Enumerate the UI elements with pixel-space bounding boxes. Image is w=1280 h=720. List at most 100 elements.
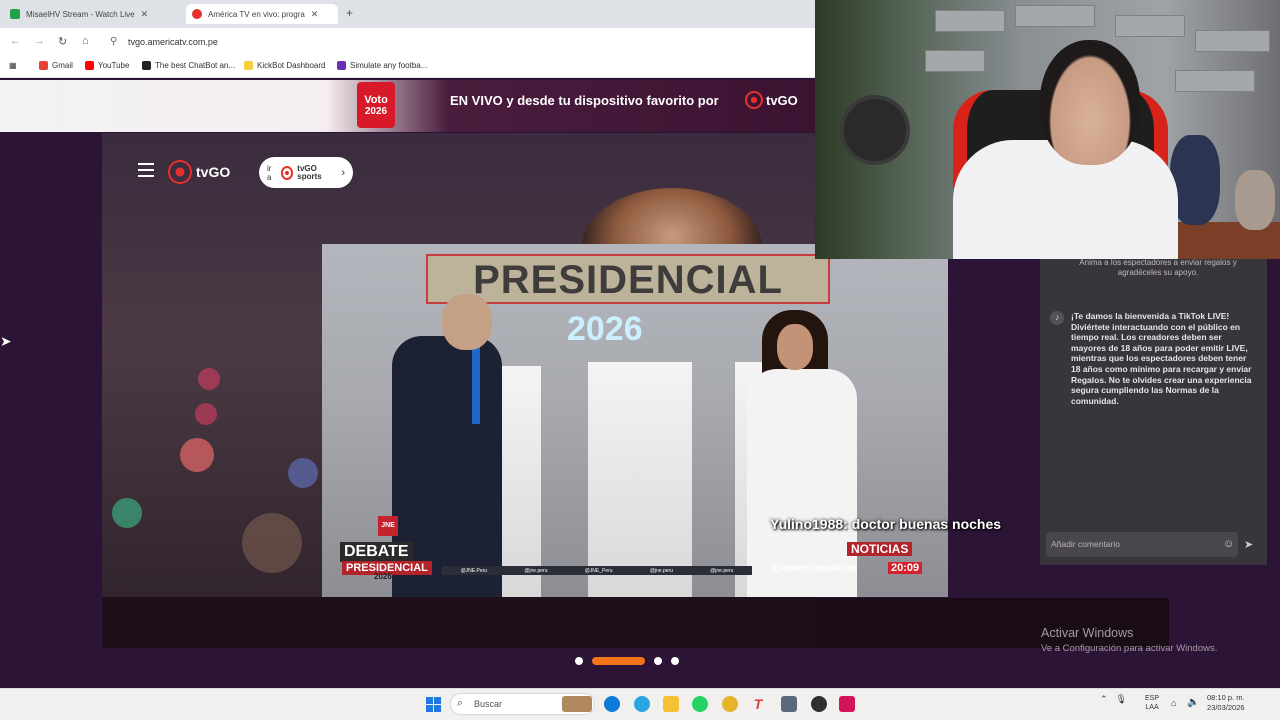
new-tab-icon[interactable]: +: [346, 6, 353, 20]
carousel-dot[interactable]: [671, 657, 679, 665]
bookmark-label: Simulate any footba...: [350, 61, 428, 70]
windows-start-icon[interactable]: [426, 697, 441, 712]
chatbot-icon: [142, 61, 151, 70]
gmail-icon: [39, 61, 48, 70]
calculator-icon[interactable]: [781, 696, 797, 712]
candidate-tie: [472, 344, 480, 424]
activate-windows-title: Activar Windows: [1041, 626, 1134, 640]
wall-brick: [1015, 5, 1095, 27]
debate-logo: DEBATE: [340, 542, 413, 562]
activate-windows-subtitle: Ve a Configuración para activar Windows.: [1041, 643, 1218, 654]
voto-2026-badge: Voto 2026: [357, 82, 395, 128]
right-strip: [815, 598, 1169, 648]
clock-date: 23/03/2026: [1207, 703, 1245, 712]
bookmarks-bar: ▦ Gmail YouTube The best ChatBot an... K…: [0, 56, 815, 78]
tiktok-icon: ♪: [1050, 311, 1064, 325]
back-icon[interactable]: ←: [10, 35, 21, 47]
tab-americatv[interactable]: América TV en vivo: progra ✕: [186, 4, 338, 24]
send-icon[interactable]: ➤: [1244, 538, 1253, 551]
hamburger-menu-icon[interactable]: [138, 163, 154, 177]
promo-brand-logo: tvGO: [745, 91, 798, 109]
plush-toy: [1235, 170, 1275, 230]
lang-layout: LAA: [1145, 704, 1159, 711]
bookmark-kickbot[interactable]: KickBot Dashboard: [244, 61, 325, 70]
mouse-cursor-icon: ➤: [0, 333, 12, 349]
ticker-item: @jne.peru: [710, 567, 734, 574]
taskbar-clock[interactable]: 08:10 p. m. 23/03/2026: [1207, 693, 1245, 713]
close-tab-icon[interactable]: ✕: [311, 9, 319, 20]
voto-year: 2026: [364, 106, 388, 117]
bookmark-label: Gmail: [52, 61, 73, 70]
brand-label: tvGO: [766, 92, 798, 108]
search-highlight-image[interactable]: [562, 696, 592, 712]
bookmark-chatbot[interactable]: The best ChatBot an...: [142, 61, 235, 70]
podium: [588, 362, 692, 597]
live-video-player[interactable]: PRESIDENCIAL 2026 JNE DEBATE PRESIDENCIA…: [322, 244, 948, 597]
chrome-icon[interactable]: [722, 696, 738, 712]
kickbot-icon: [244, 61, 253, 70]
address-bar[interactable]: tvgo.americatv.com.pe: [128, 37, 218, 47]
microphone-icon[interactable]: 🎙: [1116, 694, 1127, 705]
tab-misaelhv-stream[interactable]: MisaelHV Stream - Watch Live ✕: [4, 4, 184, 24]
bokeh-light: [180, 438, 214, 472]
home-icon[interactable]: ⌂: [82, 35, 89, 47]
candidate-head: [442, 294, 492, 350]
forward-icon[interactable]: →: [34, 35, 45, 47]
clock-time: 08:10 p. m.: [1207, 693, 1245, 702]
streamer-head: [1040, 40, 1140, 165]
chevron-up-icon[interactable]: ⌃: [1100, 694, 1108, 705]
carousel-dots: [575, 657, 679, 665]
wall-brick: [1115, 15, 1185, 37]
apps-grid-icon[interactable]: ▦: [9, 61, 17, 70]
lang-code: ESP: [1145, 695, 1160, 702]
promo-text: EN VIVO y desde tu dispositivo favorito …: [450, 93, 719, 108]
debate-year: 2026: [567, 310, 643, 348]
bookmark-youtube[interactable]: YouTube: [85, 61, 129, 70]
carousel-dot[interactable]: [575, 657, 583, 665]
bookmark-gmail[interactable]: Gmail: [39, 61, 73, 70]
chat-overlay-message: Yulino1988: doctor buenas noches: [770, 516, 1002, 532]
system-tray: ⌃ 🎙: [1100, 694, 1127, 705]
reload-icon[interactable]: ↻: [58, 35, 67, 48]
carousel-dot[interactable]: [654, 657, 662, 665]
volume-icon[interactable]: 🔈: [1187, 697, 1199, 708]
emoji-icon[interactable]: ☺: [1223, 538, 1234, 550]
carousel-dot-active[interactable]: [592, 657, 645, 665]
stream-favicon-icon: [10, 9, 20, 19]
comment-placeholder: Añadir comentario: [1051, 539, 1120, 549]
wall-brick: [1195, 30, 1270, 52]
podium: [497, 366, 541, 597]
bookmark-label: KickBot Dashboard: [257, 61, 326, 70]
close-tab-icon[interactable]: ✕: [141, 9, 149, 20]
ticker-item: @JNE_Peru: [584, 567, 613, 574]
tvgo-logo[interactable]: tvGO: [168, 160, 230, 184]
text-editor-icon[interactable]: T: [750, 696, 766, 712]
social-ticker: @JNE.Peru @jne.peru @JNE_Peru @jne.peru …: [442, 566, 752, 575]
site-info-icon[interactable]: ⚲: [110, 36, 117, 47]
tab-title: América TV en vivo: progra: [208, 9, 305, 19]
tvgo-sports-button[interactable]: ir a tvGO sports ›: [259, 157, 353, 188]
tvgo-globe-icon: [168, 160, 192, 184]
fan: [840, 95, 910, 165]
tab-bar: MisaelHV Stream - Watch Live ✕ América T…: [0, 0, 815, 28]
bookmark-football[interactable]: Simulate any footba...: [337, 61, 427, 70]
chevron-right-icon: ›: [341, 166, 345, 179]
debate-title: PRESIDENCIAL: [473, 258, 783, 302]
tab-title: MisaelHV Stream - Watch Live: [26, 9, 135, 19]
tvgo-globe-icon: [745, 91, 763, 109]
tiktok-app-icon[interactable]: [839, 696, 855, 712]
tvgo-sports-globe-icon: [280, 165, 294, 180]
whatsapp-icon[interactable]: [692, 696, 708, 712]
obs-icon[interactable]: [811, 696, 827, 712]
file-explorer-icon[interactable]: [663, 696, 679, 712]
edge-icon[interactable]: [604, 696, 620, 712]
search-icon: ⌕: [457, 697, 464, 709]
network-icon[interactable]: ⌂: [1171, 698, 1176, 708]
sports-brand: tvGO sports: [297, 163, 322, 181]
webcam-overlay: [815, 0, 1280, 259]
wall-brick: [925, 50, 985, 72]
telegram-icon[interactable]: [634, 696, 650, 712]
language-indicator[interactable]: ESP LAA: [1145, 694, 1159, 712]
ticker-item: @JNE.Peru: [460, 567, 488, 574]
ticker-item: @jne.peru: [524, 567, 548, 574]
